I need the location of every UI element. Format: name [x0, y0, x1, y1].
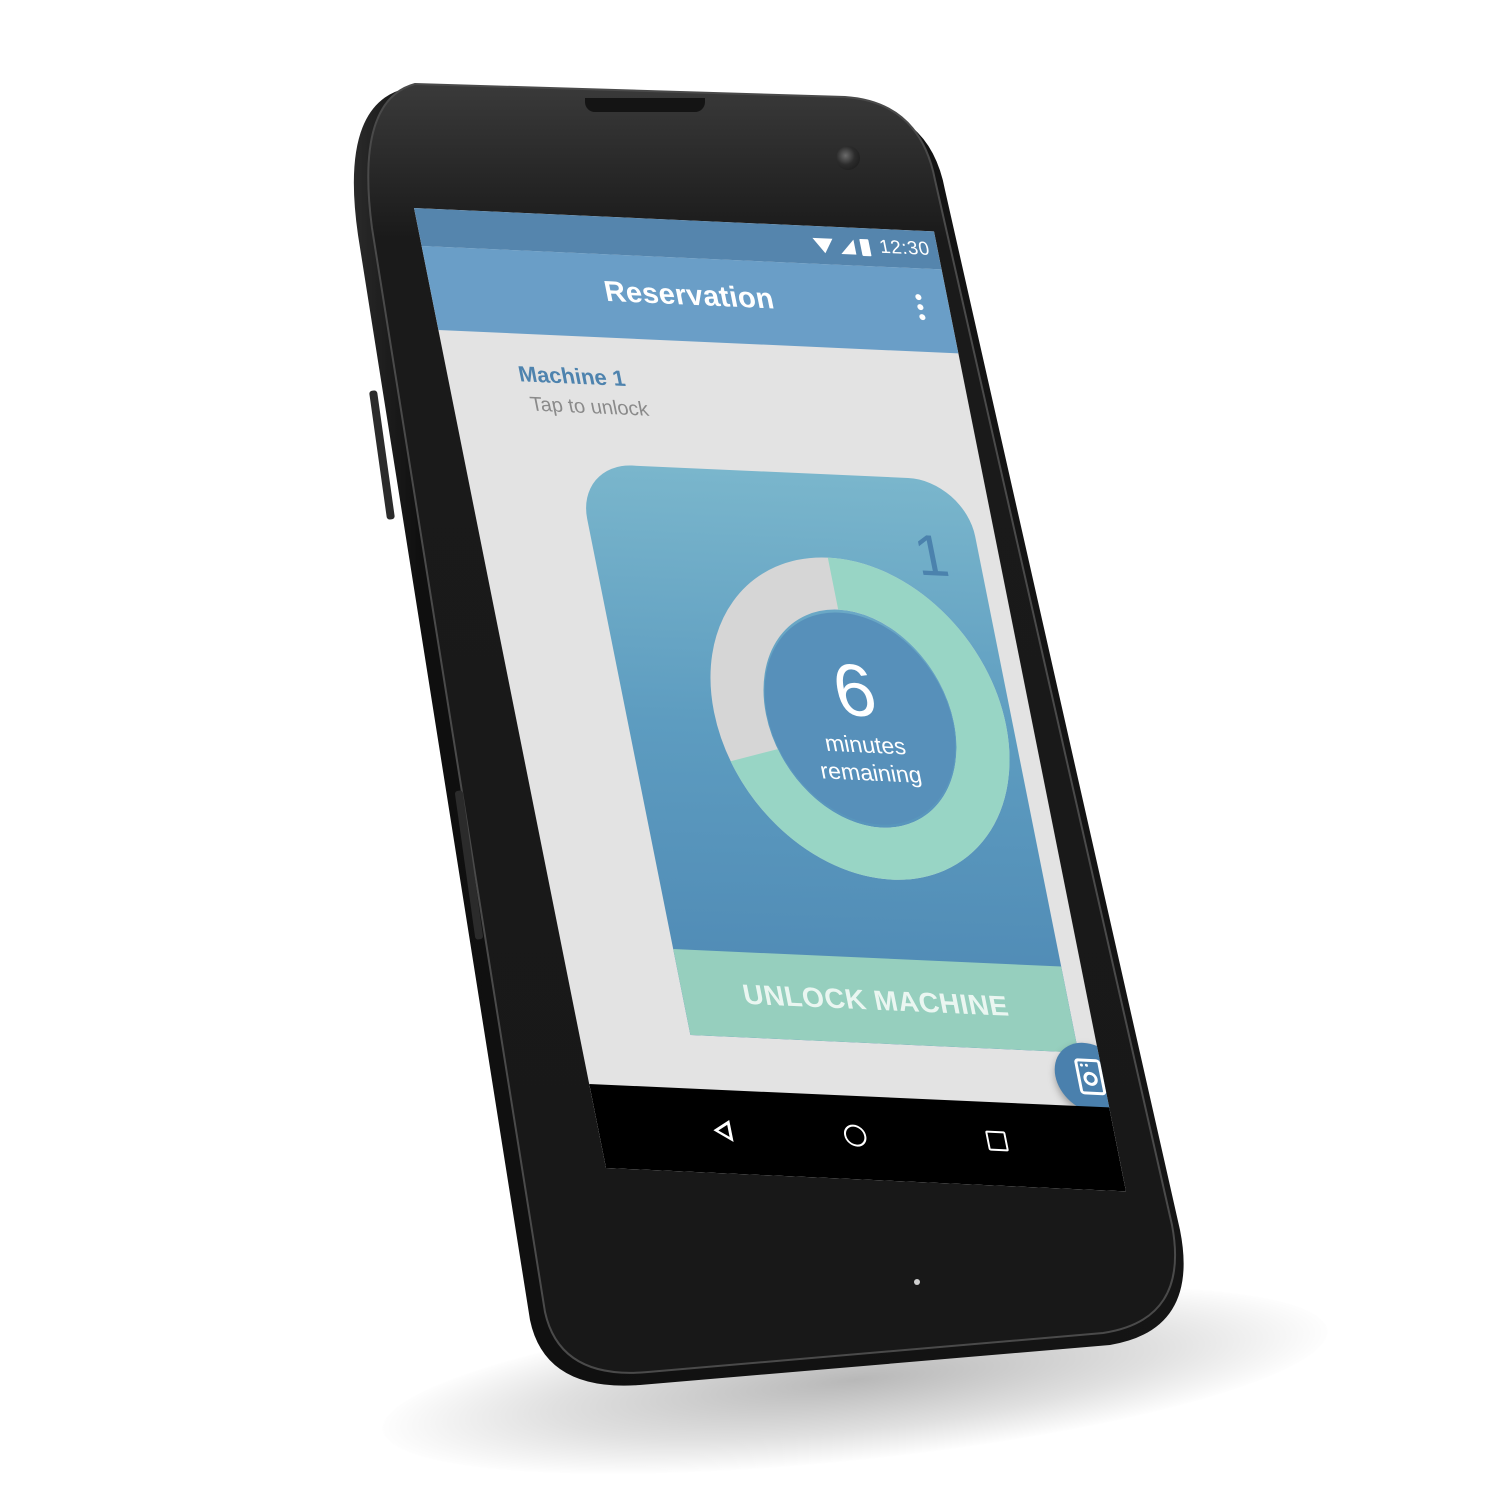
- page-title: Reservation: [601, 275, 778, 316]
- signal-icon: [838, 238, 857, 255]
- earpiece: [585, 98, 705, 112]
- overflow-dot: [918, 313, 926, 321]
- timer-readout: 6 minutes remaining: [751, 646, 968, 791]
- overflow-dot: [916, 303, 924, 311]
- washer-drum: [1082, 1071, 1099, 1087]
- home-icon[interactable]: [842, 1124, 869, 1148]
- minutes-value: 6: [825, 647, 884, 733]
- wifi-icon: [812, 237, 836, 254]
- status-icons: 12:30: [812, 234, 932, 261]
- battery-icon: [859, 238, 872, 256]
- overflow-dot: [914, 293, 922, 301]
- machine-hint: Tap to unlock: [528, 393, 651, 421]
- recents-icon[interactable]: [985, 1130, 1009, 1152]
- washer-dot: [1079, 1063, 1084, 1067]
- washer-dot: [1084, 1063, 1089, 1067]
- notification-led: [914, 1279, 920, 1285]
- front-camera: [836, 146, 860, 170]
- unlock-machine-button[interactable]: UNLOCK MACHINE: [673, 949, 1079, 1053]
- machine-title[interactable]: Machine 1: [516, 361, 628, 392]
- status-time: 12:30: [877, 236, 932, 261]
